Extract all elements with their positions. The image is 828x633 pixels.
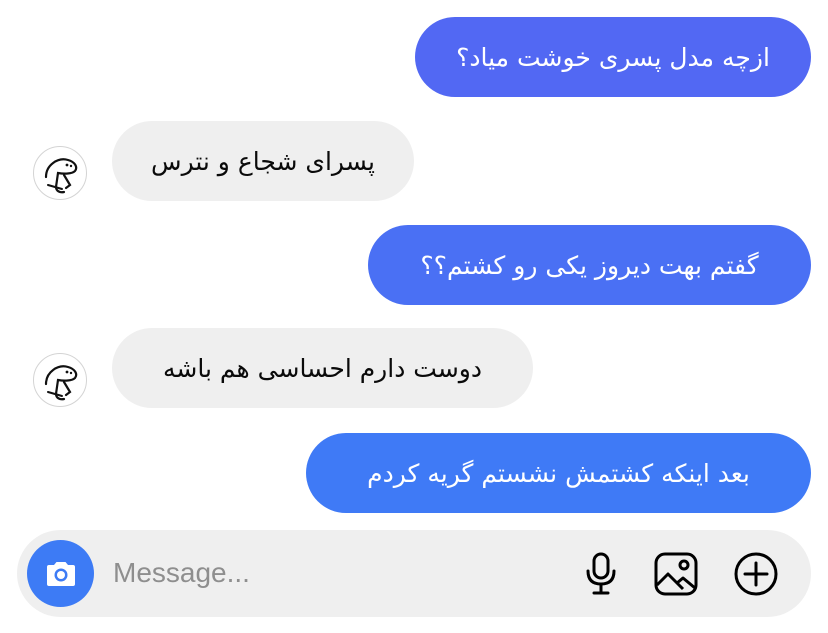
image-icon bbox=[654, 552, 698, 596]
cartoon-face-avatar-icon bbox=[44, 365, 78, 401]
message-text: گفتم بهت دیروز یکی رو کشتم؟؟ bbox=[420, 250, 759, 280]
avatar[interactable] bbox=[33, 353, 87, 407]
message-text: بعد اینکه کشتمش نشستم گریه کردم bbox=[367, 458, 750, 488]
message-input[interactable] bbox=[113, 553, 413, 593]
cartoon-face-avatar-icon bbox=[44, 158, 78, 194]
camera-button[interactable] bbox=[27, 540, 94, 607]
gallery-button[interactable] bbox=[652, 550, 700, 598]
add-icon bbox=[734, 552, 778, 596]
microphone-button[interactable] bbox=[577, 550, 625, 598]
message-text: پسرای شجاع و نترس bbox=[151, 146, 375, 176]
message-bubble-incoming[interactable]: پسرای شجاع و نترس bbox=[112, 121, 414, 201]
camera-icon bbox=[46, 561, 75, 586]
avatar[interactable] bbox=[33, 146, 87, 200]
microphone-icon bbox=[586, 552, 616, 595]
message-composer bbox=[17, 530, 811, 617]
message-bubble-outgoing[interactable]: بعد اینکه کشتمش نشستم گریه کردم bbox=[306, 433, 811, 513]
add-button[interactable] bbox=[732, 550, 780, 598]
message-bubble-outgoing[interactable]: ازچه مدل پسری خوشت میاد؟ bbox=[415, 17, 811, 97]
message-bubble-incoming[interactable]: دوست دارم احساسی هم باشه bbox=[112, 328, 533, 408]
message-bubble-outgoing[interactable]: گفتم بهت دیروز یکی رو کشتم؟؟ bbox=[368, 225, 811, 305]
message-text: ازچه مدل پسری خوشت میاد؟ bbox=[456, 42, 770, 72]
message-text: دوست دارم احساسی هم باشه bbox=[163, 353, 482, 383]
